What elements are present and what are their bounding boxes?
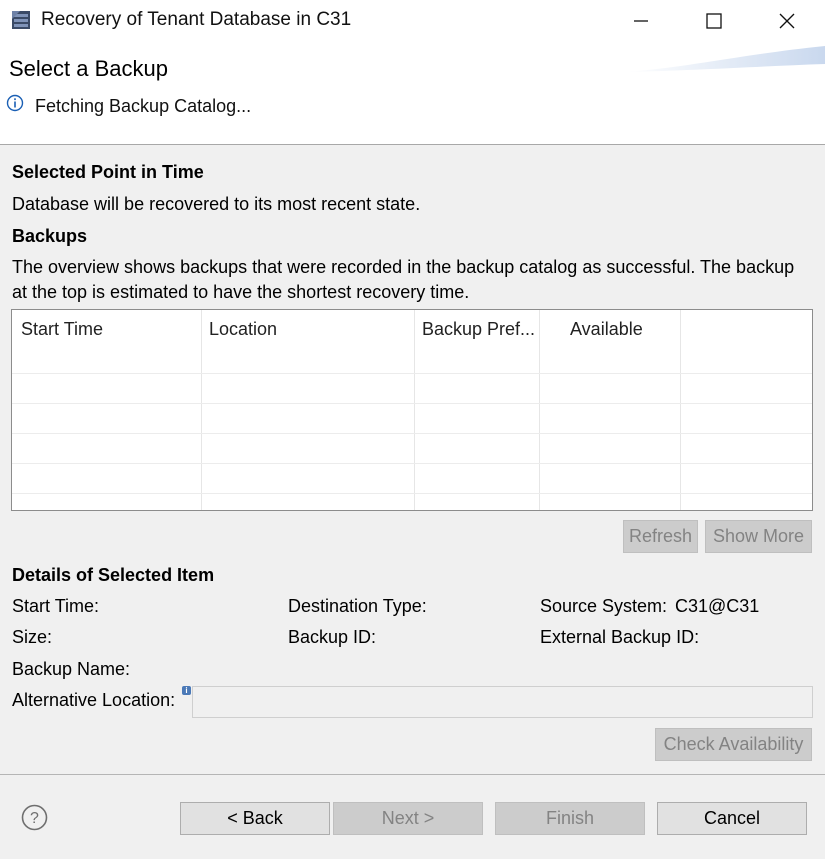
minimize-button[interactable] [606, 0, 676, 42]
point-in-time-description: Database will be recovered to its most r… [12, 194, 421, 214]
svg-text:?: ? [30, 810, 39, 827]
database-recovery-icon [11, 10, 31, 30]
external-backup-id-label: External Backup ID: [540, 627, 700, 647]
source-system-value: C31@C31 [675, 596, 760, 616]
help-icon[interactable]: ? [21, 804, 48, 836]
alternative-location-input[interactable] [192, 686, 813, 718]
backup-name-label: Backup Name: [12, 659, 131, 679]
column-header-available[interactable]: Available [570, 319, 643, 340]
backups-table[interactable]: Start Time Location Backup Pref... Avail… [11, 309, 813, 511]
refresh-button[interactable]: Refresh [623, 520, 698, 553]
check-availability-button[interactable]: Check Availability [655, 728, 812, 761]
page-title: Select a Backup [9, 56, 168, 81]
close-icon [779, 13, 795, 29]
backup-id-label: Backup ID: [288, 627, 377, 647]
backups-description-line1: The overview shows backups that were rec… [12, 257, 795, 277]
cancel-button[interactable]: Cancel [657, 802, 807, 835]
info-icon [6, 94, 24, 117]
footer-separator [0, 774, 825, 775]
column-header-start-time[interactable]: Start Time [21, 319, 103, 340]
back-button[interactable]: < Back [180, 802, 330, 835]
point-in-time-title: Selected Point in Time [12, 162, 204, 182]
column-header-location[interactable]: Location [209, 319, 277, 340]
column-header-backup-prefix[interactable]: Backup Pref... [422, 319, 535, 340]
alternative-location-info-icon: i [182, 686, 191, 695]
close-button[interactable] [752, 0, 822, 42]
window-title: Recovery of Tenant Database in C31 [41, 9, 352, 30]
status-message: Fetching Backup Catalog... [35, 96, 252, 116]
title-bar: Recovery of Tenant Database in C31 [0, 0, 825, 42]
next-button[interactable]: Next > [333, 802, 483, 835]
source-system-label: Source System: [540, 596, 668, 616]
show-more-button[interactable]: Show More [705, 520, 812, 553]
maximize-button[interactable] [679, 0, 749, 42]
maximize-icon [706, 13, 722, 29]
start-time-label: Start Time: [12, 596, 100, 616]
alternative-location-label: Alternative Location: [12, 690, 176, 710]
size-label: Size: [12, 627, 53, 647]
minimize-icon [634, 20, 648, 22]
wizard-header: Select a Backup Fetching Backup Catalog.… [0, 42, 825, 145]
details-title: Details of Selected Item [12, 565, 215, 585]
backups-description-line2: at the top is estimated to have the shor… [12, 282, 470, 302]
finish-button[interactable]: Finish [495, 802, 645, 835]
backups-title: Backups [12, 226, 88, 246]
destination-type-label: Destination Type: [288, 596, 427, 616]
header-decoration [625, 46, 825, 72]
